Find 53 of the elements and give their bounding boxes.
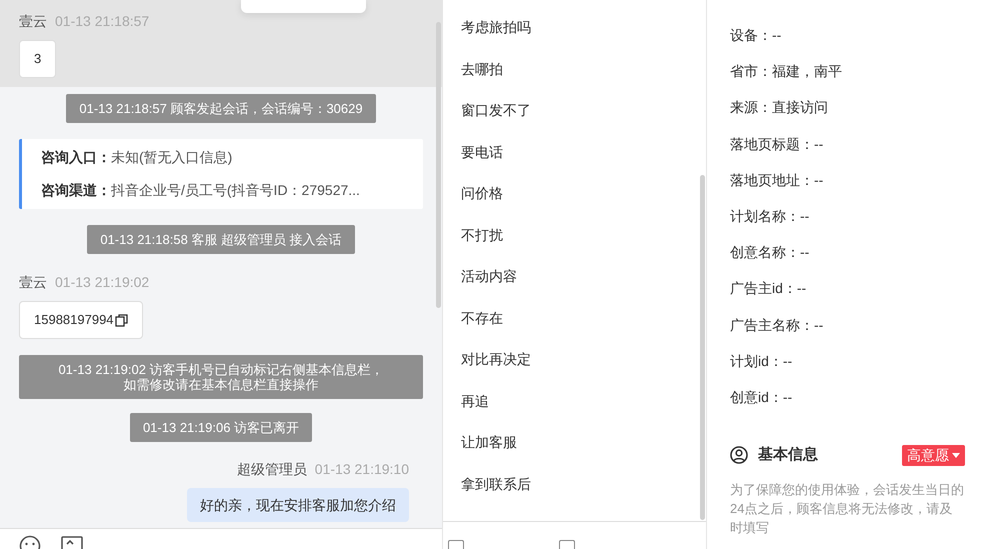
info-field: 设备：-- [730,25,782,46]
scrollbar[interactable] [436,22,441,308]
intent-tag[interactable]: 高意愿 [902,444,965,466]
system-notice: 01-13 21:18:57 顾客发起会话，会话编号：30629 [66,94,376,123]
message-bubble: 好的亲，现在安排客服加您介绍 [187,488,409,522]
sender-name: 壹云 [19,12,47,31]
quick-reply-item[interactable]: 对比再决定 [443,349,706,390]
message-text: 3 [34,50,42,68]
notice-text: 为了保障您的使用体验，会话发生当日的24点之后，顾客信息将无法修改，请及时填写 [730,480,965,537]
notice-line: 如需修改请在基本信息栏直接操作 [124,377,318,392]
system-notice: 01-13 21:19:06 访客已离开 [130,413,312,442]
message-time: 01-13 21:19:10 [314,460,409,479]
field-label: 咨询渠道： [41,181,111,200]
info-field: 广告主id：-- [730,278,806,300]
info-field: 来源：直接访问 [730,97,828,118]
quick-reply-item[interactable]: 不存在 [443,308,706,349]
caret-icon [952,452,960,458]
quick-reply-item[interactable]: 要电话 [443,142,706,183]
copy-icon[interactable] [114,314,128,326]
info-field: 计划id：-- [730,350,792,372]
info-field: 计划名称：-- [730,206,810,227]
checkbox[interactable] [448,540,464,549]
quick-reply-item[interactable]: 窗口发不了 [443,100,706,142]
info-field: 创意id：-- [730,386,792,408]
field-value: 未知(暂无入口信息) [111,148,232,167]
quick-reply-item[interactable]: 让加客服 [443,432,706,474]
quick-reply-item[interactable]: 去哪拍 [443,58,706,100]
section-title: 基本信息 [758,445,818,466]
checkbox[interactable] [559,540,575,549]
notice-line: 01-13 21:19:02 访客手机号已自动标记右侧基本信息栏， [58,362,384,377]
info-field: 落地页地址：-- [730,170,824,191]
emoji-icon[interactable] [19,535,41,549]
quick-reply-item[interactable]: 问价格 [443,183,706,224]
message-time: 01-13 21:19:02 [55,273,150,292]
sender-name: 超级管理员 [236,460,307,479]
image-icon[interactable] [61,535,83,549]
quick-reply-item[interactable]: 活动内容 [443,266,706,308]
sender-name: 壹云 [19,273,47,292]
message-text: 15988197994 [34,311,114,330]
info-field: 落地页标题：-- [730,134,824,155]
field-label: 咨询入口： [41,148,111,167]
user-icon [730,446,748,464]
info-field: 广告主名称：-- [730,314,824,336]
quick-reply-item[interactable]: 不打扰 [443,224,706,266]
scrollbar[interactable] [700,175,705,520]
system-notice: 01-13 21:18:58 客服 超级管理员 接入会话 [87,225,355,254]
quick-reply-item[interactable]: 拿到联系后 [443,474,706,515]
quick-reply-item[interactable]: 再追 [443,390,706,432]
field-value: 抖音企业号/员工号(抖音号ID：279527... [111,181,360,200]
info-field: 省市：福建，南平 [730,61,842,82]
info-field: 创意名称：-- [730,242,810,264]
quick-reply-item[interactable]: 考虑旅拍吗 [443,17,706,58]
message-time: 01-13 21:18:57 [55,12,150,31]
